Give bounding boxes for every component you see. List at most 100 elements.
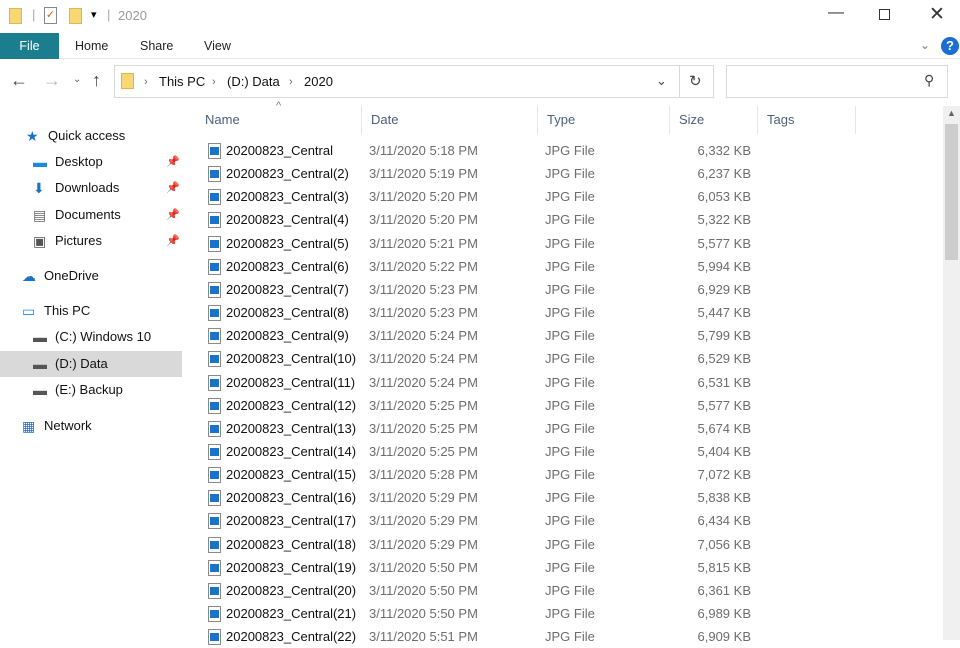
jpg-file-icon [208,582,221,599]
tab-share[interactable]: Share [140,33,173,59]
file-date: 3/11/2020 5:29 PM [369,536,478,552]
recent-locations-icon[interactable]: ⌄ [73,74,81,85]
up-button[interactable]: ↑ [92,70,101,91]
scrollbar-thumb[interactable] [945,124,958,260]
column-header-type[interactable]: Type [538,106,670,134]
sidebar-item[interactable]: ▬ (C:) Windows 10 [0,324,182,350]
pin-icon[interactable]: 📌 [166,202,180,228]
forward-button[interactable]: → [43,70,61,91]
breadcrumb-2020[interactable]: 2020 [304,74,333,89]
file-row[interactable]: 20200823_Central(11) 3/11/2020 5:24 PM JPG… [196,372,756,394]
file-size: 5,994 KB [697,258,752,274]
separator: | [107,7,111,22]
file-name: 20200823_Central(22) [226,629,357,645]
drive-icon: ▬ [33,329,47,345]
column-header-tags[interactable]: Tags [758,106,856,134]
column-headers: ^ Name Date Type Size Tags [196,100,861,134]
expand-ribbon-icon[interactable]: ⌄ [920,38,930,52]
sidebar-item[interactable]: ▣ Pictures 📌 [0,228,182,254]
file-row[interactable]: 20200823_Central(9) 3/11/2020 5:24 PM JPG … [196,325,756,347]
pin-icon[interactable]: 📌 [166,149,180,175]
chevron-down-icon[interactable]: ⌄ [656,73,667,89]
folder-icon [9,8,22,24]
file-name: 20200823_Central(11) [226,374,356,390]
breadcrumb-d-data[interactable]: (D:) Data [227,74,280,89]
file-name: 20200823_Central(19) [226,559,357,575]
file-row[interactable]: 20200823_Central(15) 3/11/2020 5:28 PM JPG… [196,464,756,486]
file-row[interactable]: 20200823_Central(8) 3/11/2020 5:23 PM JPG … [196,302,756,324]
sidebar-item[interactable]: ▬ (D:) Data [0,351,182,377]
file-date: 3/11/2020 5:50 PM [369,559,478,575]
jpg-file-icon [208,374,221,391]
file-row[interactable]: 20200823_Central 3/11/2020 5:18 PM JPG Fil… [196,140,756,162]
sidebar-item-label: This PC [44,303,91,318]
column-header-date[interactable]: Date [362,106,538,134]
file-row[interactable]: 20200823_Central(7) 3/11/2020 5:23 PM JPG … [196,279,756,301]
file-row[interactable]: 20200823_Central(12) 3/11/2020 5:25 PM JPG… [196,395,756,417]
file-date: 3/11/2020 5:28 PM [369,467,478,483]
file-size: 5,674 KB [697,420,752,436]
file-date: 3/11/2020 5:50 PM [369,582,478,598]
scroll-up-arrow[interactable]: ▲ [947,108,956,118]
maximize-button[interactable] [879,9,890,20]
sidebar-item-label: (E:) Backup [55,382,123,397]
column-header-name[interactable]: Name [196,106,362,134]
properties-icon[interactable]: ✓ [44,7,57,24]
tab-file[interactable]: File [0,33,59,59]
file-date: 3/11/2020 5:25 PM [369,420,478,436]
file-row[interactable]: 20200823_Central(6) 3/11/2020 5:22 PM JPG … [196,256,756,278]
file-row[interactable]: 20200823_Central(18) 3/11/2020 5:29 PM JPG… [196,534,756,556]
jpg-file-icon [208,629,221,646]
sidebar-item[interactable]: ▬ (E:) Backup [0,377,182,403]
file-row[interactable]: 20200823_Central(17) 3/11/2020 5:29 PM JPG… [196,510,756,532]
file-row[interactable]: 20200823_Central(20) 3/11/2020 5:50 PM JPG… [196,580,756,602]
sidebar-item[interactable]: ★ Quick access [0,123,182,149]
pictures-icon: ▣ [33,233,47,249]
help-icon[interactable]: ? [941,37,959,55]
sidebar-item[interactable]: ▬ Desktop 📌 [0,149,182,175]
file-row[interactable]: 20200823_Central(16) 3/11/2020 5:29 PM JPG… [196,487,756,509]
new-folder-icon[interactable] [69,8,82,24]
jpg-file-icon [208,606,221,622]
file-size: 6,531 KB [697,374,752,390]
file-row[interactable]: 20200823_Central(13) 3/11/2020 5:25 PM JPG… [196,418,756,440]
breadcrumb-this-pc[interactable]: This PC [159,74,205,89]
file-row[interactable]: 20200823_Central(5) 3/11/2020 5:21 PM JPG … [196,233,756,255]
customize-toolbar-icon[interactable]: ▾ [91,8,97,21]
vertical-scrollbar[interactable]: ▲ [943,106,960,640]
sidebar-item[interactable]: ☁ OneDrive [0,263,182,289]
sidebar-item[interactable]: ▤ Documents 📌 [0,202,182,228]
pin-icon[interactable]: 📌 [166,228,180,254]
file-size: 6,929 KB [697,281,752,297]
column-header-size[interactable]: Size [670,106,758,134]
cloud-icon: ☁ [22,268,36,284]
jpg-file-icon [208,143,221,159]
ribbon-tabs: File Home Share View ⌄ ? [0,33,960,59]
pin-icon[interactable]: 📌 [166,175,180,201]
address-bar[interactable]: › This PC › (D:) Data › 2020 ⌄ ↻ [114,65,714,98]
file-row[interactable]: 20200823_Central(14) 3/11/2020 5:25 PM JPG… [196,441,756,463]
search-input[interactable]: ⚲ [726,65,948,98]
file-row[interactable]: 20200823_Central(3) 3/11/2020 5:20 PM JPG … [196,186,756,208]
sidebar-item[interactable]: ▭ This PC [0,298,182,324]
file-row[interactable]: 20200823_Central(2) 3/11/2020 5:19 PM JPG … [196,163,756,185]
file-type: JPG File [545,513,595,529]
file-name: 20200823_Central(10) [226,351,357,367]
file-row[interactable]: 20200823_Central(10) 3/11/2020 5:24 PM JPG… [196,348,756,370]
refresh-button[interactable]: ↻ [689,72,702,90]
file-date: 3/11/2020 5:25 PM [369,443,478,459]
tab-home[interactable]: Home [75,33,108,59]
sidebar-item[interactable]: ▦ Network [0,413,182,439]
sidebar-item[interactable]: ⬇ Downloads 📌 [0,175,182,201]
file-size: 5,577 KB [697,397,752,413]
file-row[interactable]: 20200823_Central(19) 3/11/2020 5:50 PM JPG… [196,557,756,579]
tab-view[interactable]: View [204,33,231,59]
file-row[interactable]: 20200823_Central(21) 3/11/2020 5:50 PM JPG… [196,603,756,625]
file-row[interactable]: 20200823_Central(22) 3/11/2020 5:51 PM JPG… [196,626,756,648]
back-button[interactable]: ← [10,70,28,91]
file-row[interactable]: 20200823_Central(4) 3/11/2020 5:20 PM JPG … [196,209,756,231]
file-name: 20200823_Central(18) [226,536,357,552]
file-name: 20200823_Central(7) [226,281,349,297]
minimize-button[interactable]: — [828,4,844,22]
close-button[interactable]: ✕ [929,3,945,26]
